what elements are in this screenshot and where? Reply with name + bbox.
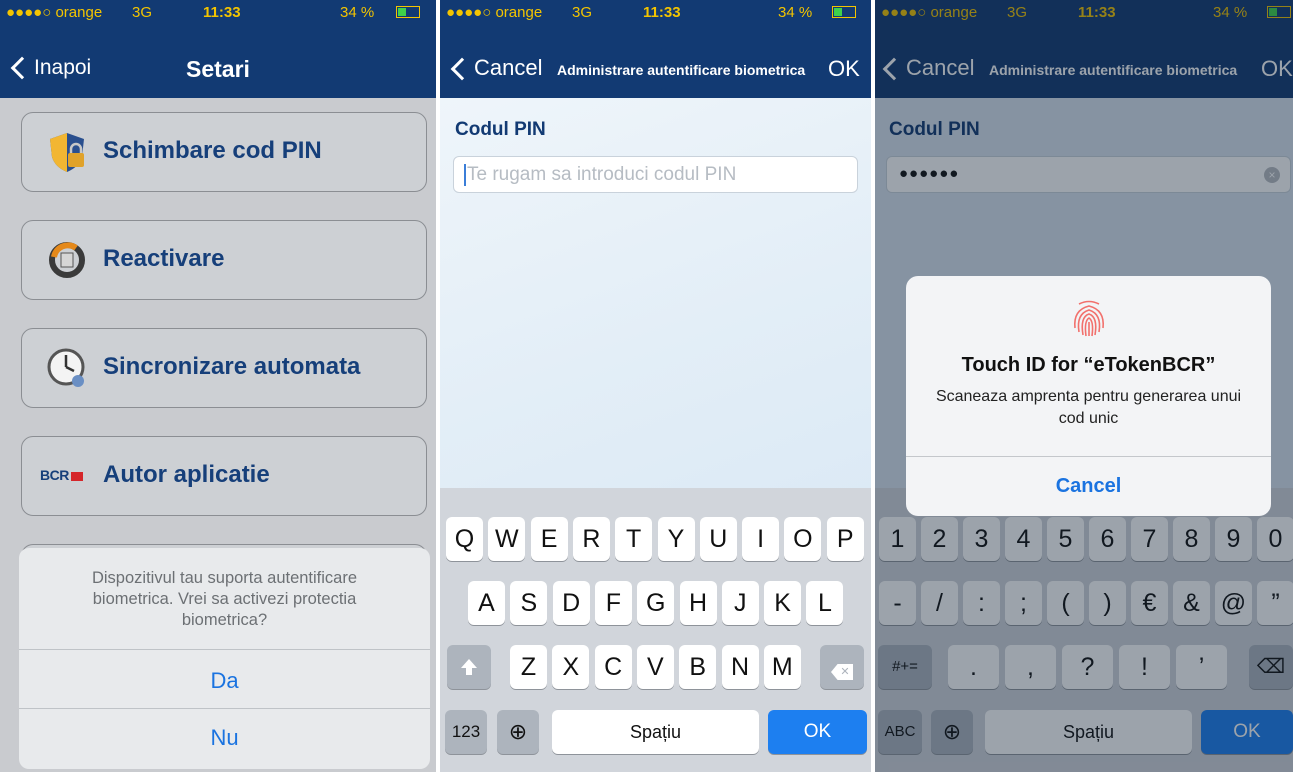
keyboard: Q W E R T Y U I O P A S D F G H J K L Z X C V B N M ✕ 123 ⊕ Spațiu OK [440, 488, 871, 772]
settings-screen: ●●●●○ orange 3G 11:33 34 % Inapoi Setari… [0, 0, 436, 772]
pin-field-label: Codul PIN [455, 119, 546, 140]
cancel-button[interactable]: Cancel [450, 55, 542, 81]
reactivate-label: Reactivare [103, 245, 225, 272]
key-x[interactable]: X [552, 645, 590, 689]
page-title: Setari [186, 56, 250, 82]
clock-icon [47, 348, 85, 387]
text-cursor [464, 164, 466, 186]
yes-button[interactable]: Da [19, 650, 430, 708]
key-y[interactable]: Y [657, 517, 695, 561]
shift-icon [461, 659, 477, 675]
key-w[interactable]: W [488, 517, 526, 561]
key-c[interactable]: C [594, 645, 632, 689]
bcr-logo: BCR [40, 467, 83, 483]
status-bar: ●●●●○ orange 3G 11:33 34 % [440, 0, 871, 26]
key-e[interactable]: E [530, 517, 568, 561]
reactivate-button[interactable]: Reactivare [21, 220, 427, 300]
return-ok-key[interactable]: OK [768, 710, 867, 754]
touchid-dialog: Touch ID for “eTokenBCR” Scaneaza ampren… [906, 276, 1271, 516]
key-l[interactable]: L [806, 581, 844, 625]
globe-icon[interactable]: ⊕ [497, 710, 539, 754]
change-pin-label: Schimbare cod PIN [103, 137, 322, 164]
key-s[interactable]: S [510, 581, 548, 625]
key-p[interactable]: P [826, 517, 864, 561]
key-r[interactable]: R [572, 517, 610, 561]
app-author-label: Autor aplicatie [103, 461, 270, 488]
pin-entry-screen: ●●●●○ orange 3G 11:33 34 % Cancel Admini… [440, 0, 871, 772]
key-v[interactable]: V [636, 645, 674, 689]
key-h[interactable]: H [679, 581, 717, 625]
touchid-cancel-button[interactable]: Cancel [906, 457, 1271, 516]
no-button[interactable]: Nu [19, 709, 430, 767]
ok-button[interactable]: OK [828, 56, 860, 82]
key-g[interactable]: G [637, 581, 675, 625]
key-f[interactable]: F [594, 581, 632, 625]
key-o[interactable]: O [784, 517, 822, 561]
backspace-key[interactable]: ✕ [820, 645, 864, 689]
nav-bar: Cancel Administrare autentificare biomet… [440, 26, 871, 98]
battery-icon [396, 6, 420, 18]
fingerprint-icon [1073, 300, 1105, 337]
touchid-screen: ●●●●○ orange 3G 11:33 34 % Cancel Admini… [875, 0, 1293, 772]
key-d[interactable]: D [552, 581, 590, 625]
battery-icon [832, 6, 856, 18]
key-j[interactable]: J [721, 581, 759, 625]
chevron-left-icon [10, 57, 34, 80]
key-k[interactable]: K [764, 581, 802, 625]
status-bar: ●●●●○ orange 3G 11:33 34 % [0, 0, 436, 26]
nav-bar: Inapoi Setari [0, 26, 436, 98]
key-i[interactable]: I [742, 517, 780, 561]
app-author-button[interactable]: BCR Autor aplicatie [21, 436, 427, 516]
page-title: Administrare autentificare biometrica [557, 62, 806, 78]
carrier-label: ●●●●○ orange [6, 4, 103, 21]
key-m[interactable]: M [763, 645, 801, 689]
clock: 11:33 [643, 4, 681, 21]
touchid-message: Scaneaza amprenta pentru generarea unui … [935, 388, 1242, 427]
key-b[interactable]: B [679, 645, 717, 689]
backspace-icon: ✕ [831, 664, 853, 680]
space-key[interactable]: Spațiu [552, 710, 759, 754]
carrier-label: ●●●●○ orange [446, 4, 543, 21]
battery-percent: 34 % [340, 4, 375, 21]
key-u[interactable]: U [699, 517, 737, 561]
key-n[interactable]: N [721, 645, 759, 689]
back-label: Inapoi [34, 56, 92, 79]
key-q[interactable]: Q [446, 517, 483, 561]
battery-percent: 34 % [778, 4, 813, 21]
pin-placeholder: Te rugam sa introduci codul PIN [467, 164, 737, 185]
auto-sync-button[interactable]: Sincronizare automata [21, 328, 427, 408]
back-button[interactable]: Inapoi [10, 56, 92, 80]
refresh-icon [49, 242, 85, 278]
touchid-title: Touch ID for “eTokenBCR” [961, 354, 1216, 376]
change-pin-button[interactable]: Schimbare cod PIN [21, 112, 427, 192]
key-a[interactable]: A [468, 581, 505, 625]
chevron-left-icon [450, 57, 474, 81]
network-label: 3G [572, 4, 593, 21]
shield-icon [50, 133, 84, 172]
numbers-mode-key[interactable]: 123 [445, 710, 487, 754]
pin-input[interactable]: Te rugam sa introduci codul PIN [453, 156, 858, 193]
key-t[interactable]: T [615, 517, 653, 561]
auto-sync-label: Sincronizare automata [103, 353, 361, 380]
biometric-dialog: Dispozitivul tau suporta autentificare b… [19, 548, 430, 769]
network-label: 3G [132, 4, 153, 21]
shift-key[interactable] [447, 645, 491, 689]
clock: 11:33 [203, 4, 241, 21]
dialog-message: Dispozitivul tau suporta autentificare b… [91, 569, 358, 629]
key-z[interactable]: Z [510, 645, 547, 689]
